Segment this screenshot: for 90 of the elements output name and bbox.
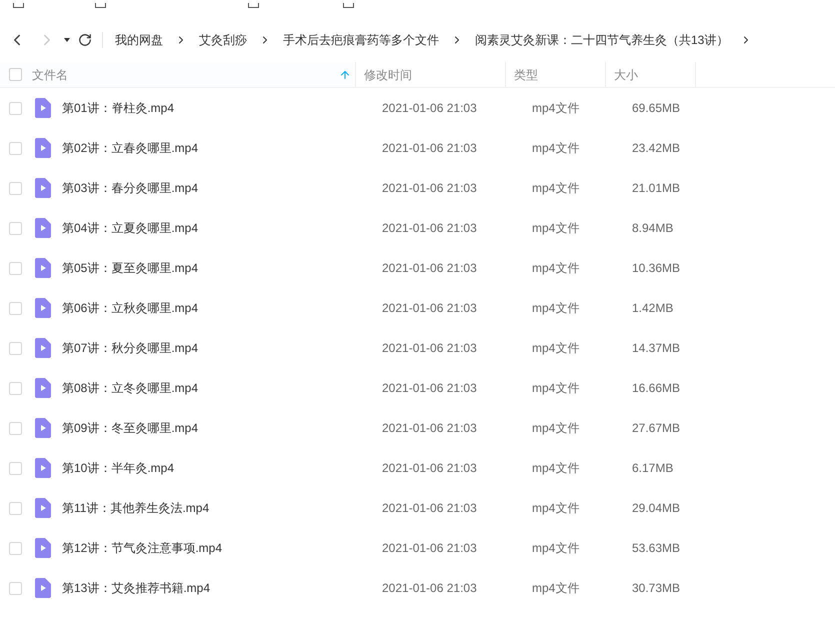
checkbox[interactable] xyxy=(9,262,22,274)
file-type: mp4文件 xyxy=(532,380,580,397)
toolbar-icon[interactable] xyxy=(95,3,106,8)
file-type: mp4文件 xyxy=(532,420,580,437)
file-type: mp4文件 xyxy=(532,340,580,357)
modified-time: 2021-01-06 21:03 xyxy=(382,420,478,437)
file-size: 8.94MB xyxy=(632,220,674,237)
file-type: mp4文件 xyxy=(532,100,580,117)
checkbox[interactable] xyxy=(9,68,22,81)
video-file-icon xyxy=(35,538,51,558)
modified-time: 2021-01-06 21:03 xyxy=(382,180,478,197)
file-size: 69.65MB xyxy=(632,100,682,117)
checkbox[interactable] xyxy=(9,142,22,154)
file-name[interactable]: 第07讲：秋分灸哪里.mp4 xyxy=(62,339,382,357)
file-name[interactable]: 第04讲：立夏灸哪里.mp4 xyxy=(62,219,382,237)
file-size: 21.01MB xyxy=(632,180,682,197)
file-type: mp4文件 xyxy=(532,180,580,197)
file-type: mp4文件 xyxy=(532,460,580,477)
file-name[interactable]: 第01讲：脊柱灸.mp4 xyxy=(62,99,382,117)
file-type: mp4文件 xyxy=(532,300,580,317)
video-file-icon xyxy=(35,458,51,478)
file-size: 1.42MB xyxy=(632,300,674,317)
file-size: 30.73MB xyxy=(632,580,682,597)
modified-time: 2021-01-06 21:03 xyxy=(382,380,478,397)
file-type: mp4文件 xyxy=(532,500,580,517)
video-file-icon xyxy=(35,98,51,118)
file-type: mp4文件 xyxy=(532,540,580,557)
file-size: 29.04MB xyxy=(632,500,682,517)
modified-time: 2021-01-06 21:03 xyxy=(382,220,478,237)
file-type: mp4文件 xyxy=(532,260,580,277)
file-name[interactable]: 第12讲：节气灸注意事项.mp4 xyxy=(62,539,382,557)
modified-time: 2021-01-06 21:03 xyxy=(382,460,478,477)
checkbox[interactable] xyxy=(9,342,22,354)
refresh-icon[interactable] xyxy=(78,33,92,47)
checkbox[interactable] xyxy=(9,582,22,594)
video-file-icon xyxy=(35,378,51,398)
video-file-icon xyxy=(35,218,51,238)
checkbox[interactable] xyxy=(9,102,22,114)
toolbar-icon[interactable] xyxy=(248,3,259,8)
file-name[interactable]: 第13讲：艾灸推荐书籍.mp4 xyxy=(62,579,382,597)
file-name[interactable]: 第03讲：春分灸哪里.mp4 xyxy=(62,179,382,197)
toolbar-icon[interactable] xyxy=(343,3,354,8)
video-file-icon xyxy=(35,578,51,598)
file-type: mp4文件 xyxy=(532,220,580,237)
modified-time: 2021-01-06 21:03 xyxy=(382,540,478,557)
checkbox[interactable] xyxy=(9,302,22,314)
file-type: mp4文件 xyxy=(532,580,580,597)
checkbox[interactable] xyxy=(9,542,22,554)
file-size: 27.67MB xyxy=(632,420,682,437)
checkbox[interactable] xyxy=(9,462,22,474)
file-size: 53.63MB xyxy=(632,540,682,557)
checkbox[interactable] xyxy=(9,182,22,194)
video-file-icon xyxy=(35,498,51,518)
video-file-icon xyxy=(35,178,51,198)
sort-arrow-icon xyxy=(339,68,351,80)
video-file-icon xyxy=(35,298,51,318)
checkbox[interactable] xyxy=(9,422,22,434)
video-file-icon xyxy=(35,258,51,278)
modified-time: 2021-01-06 21:03 xyxy=(382,500,478,517)
file-name[interactable]: 第05讲：夏至灸哪里.mp4 xyxy=(62,259,382,277)
checkbox[interactable] xyxy=(9,382,22,394)
modified-time: 2021-01-06 21:03 xyxy=(382,340,478,357)
breadcrumb-link[interactable]: 艾灸刮痧 xyxy=(199,31,247,49)
file-size: 10.36MB xyxy=(632,260,682,277)
video-file-icon xyxy=(35,138,51,158)
breadcrumb-link[interactable]: 手术后去疤痕膏药等多个文件 xyxy=(283,31,439,49)
file-name[interactable]: 第11讲：其他养生灸法.mp4 xyxy=(62,499,382,517)
file-size: 16.66MB xyxy=(632,380,682,397)
file-name[interactable]: 第02讲：立春灸哪里.mp4 xyxy=(62,139,382,157)
toolbar-icon[interactable] xyxy=(13,3,24,8)
file-size: 14.37MB xyxy=(632,340,682,357)
modified-time: 2021-01-06 21:03 xyxy=(382,100,478,117)
file-size: 23.42MB xyxy=(632,140,682,157)
file-size: 6.17MB xyxy=(632,460,674,477)
modified-time: 2021-01-06 21:03 xyxy=(382,140,478,157)
file-name[interactable]: 第06讲：立秋灸哪里.mp4 xyxy=(62,299,382,317)
file-name[interactable]: 第09讲：冬至灸哪里.mp4 xyxy=(62,419,382,437)
modified-time: 2021-01-06 21:03 xyxy=(382,300,478,317)
file-name[interactable]: 第08讲：立冬灸哪里.mp4 xyxy=(62,379,382,397)
file-name[interactable]: 第10讲：半年灸.mp4 xyxy=(62,459,382,477)
video-file-icon xyxy=(35,418,51,438)
checkbox[interactable] xyxy=(9,222,22,234)
checkbox[interactable] xyxy=(9,502,22,514)
modified-time: 2021-01-06 21:03 xyxy=(382,260,478,277)
dropdown-icon[interactable] xyxy=(64,38,70,42)
breadcrumb-link[interactable]: 阅素灵艾灸新课：二十四节气养生灸（共13讲） xyxy=(475,31,728,49)
video-file-icon xyxy=(35,338,51,358)
modified-time: 2021-01-06 21:03 xyxy=(382,580,478,597)
file-type: mp4文件 xyxy=(532,140,580,157)
breadcrumb-link[interactable]: 我的网盘 xyxy=(115,31,163,49)
